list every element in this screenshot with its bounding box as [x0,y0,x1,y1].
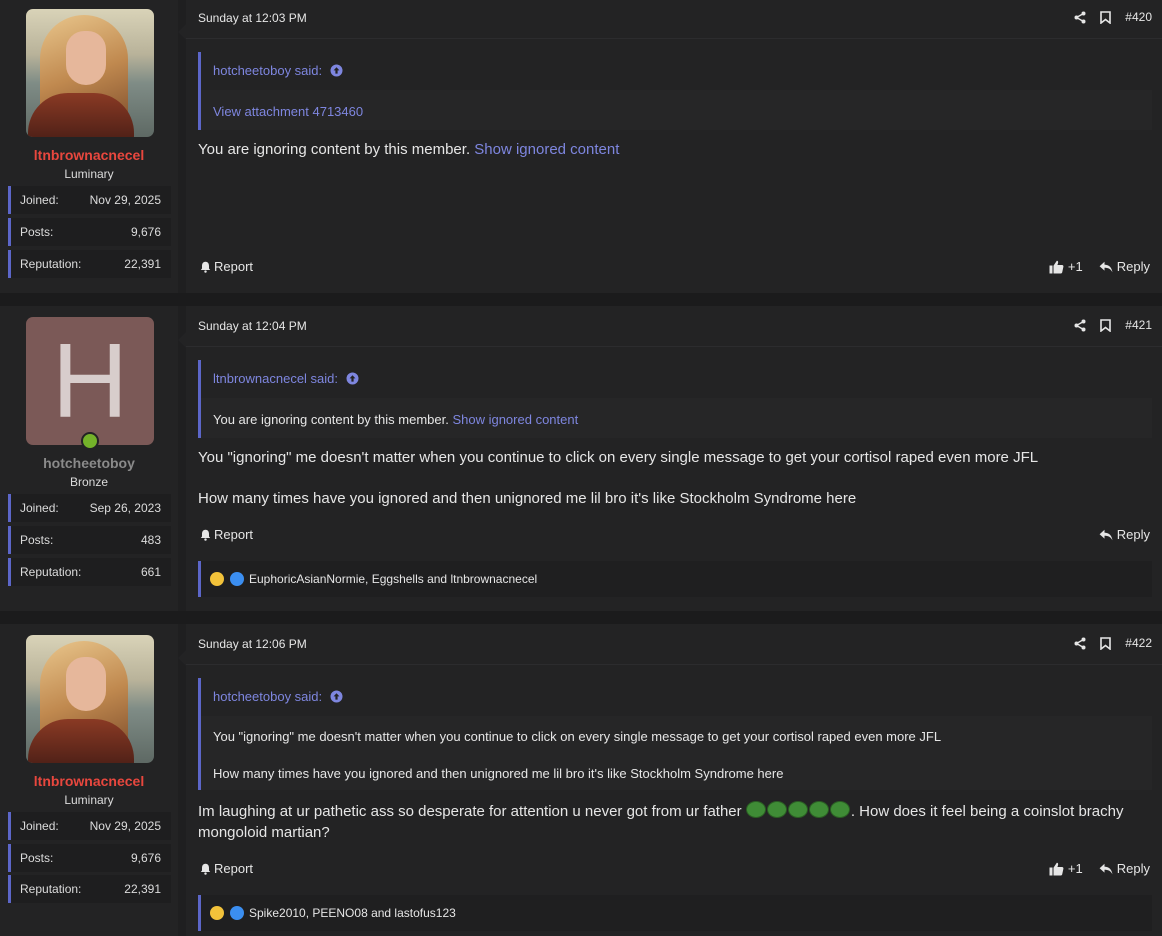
like-button[interactable]: +1 [1049,259,1083,274]
post-body-p1: You "ignoring" me doesn't matter when yo… [198,449,1039,466]
quote-block: ltnbrownacnecel said: You are ignoring c… [198,360,1152,438]
thumbs-up-icon [1049,862,1064,876]
user-sidebar: ltnbrownacnecel Luminary Joined: Nov 29, … [0,624,178,936]
report-button[interactable]: Report [200,259,253,274]
show-ignored-link[interactable]: Show ignored content [452,412,578,427]
attachment-link[interactable]: View attachment 4713460 [213,104,363,119]
quote-text-p1: You "ignoring" me doesn't matter when yo… [213,729,942,744]
username[interactable]: hotcheetoboy [0,455,178,471]
stat-posts: Posts: 9,676 [8,844,171,872]
post-main: Sunday at 12:04 PM #421 ltnbrownacnecel … [186,306,1162,611]
post-date[interactable]: Sunday at 12:06 PM [198,637,307,651]
username[interactable]: ltnbrownacnecel [0,773,178,789]
post-body: Im laughing at ur pathetic ass so desper… [198,801,1124,841]
quote-block: hotcheetoboy said: You "ignoring" me doe… [198,678,1152,790]
bookmark-icon[interactable] [1100,318,1112,332]
post-421: H hotcheetoboy Bronze Joined: Sep 26, 202… [0,306,1162,611]
post-date[interactable]: Sunday at 12:03 PM [198,11,307,25]
show-ignored-link[interactable]: Show ignored content [474,141,619,158]
reply-button[interactable]: Reply [1099,259,1150,274]
quote-author[interactable]: ltnbrownacnecel said: [213,371,338,386]
bell-icon [200,863,211,875]
online-indicator [81,432,99,450]
user-sidebar: H hotcheetoboy Bronze Joined: Sep 26, 202… [0,306,178,611]
post-main: Sunday at 12:03 PM #420 hotcheetoboy sai… [186,0,1162,293]
share-icon[interactable] [1074,319,1086,332]
user-title: Bronze [69,475,109,489]
reactions-bar[interactable]: Spike2010, PEENO08 and lastofus123 [198,895,1152,931]
avatar[interactable] [26,635,154,763]
laugh-emoji-icon [210,572,224,586]
pepe-emoji-icon [745,801,851,820]
quote-up-icon[interactable] [330,690,343,703]
stat-reputation: Reputation: 22,391 [8,875,171,903]
username[interactable]: ltnbrownacnecel [0,147,178,163]
like-reaction-icon [230,906,244,920]
post-422: ltnbrownacnecel Luminary Joined: Nov 29, … [0,624,1162,936]
post-body: You are ignoring content by this member.… [198,141,620,158]
bell-icon [200,529,211,541]
post-number[interactable]: #422 [1125,636,1152,650]
stat-joined: Joined: Nov 29, 2025 [8,812,171,840]
quote-author[interactable]: hotcheetoboy said: [213,689,322,704]
quote-text-p2: How many times have you ignored and then… [213,766,784,781]
stat-reputation: Reputation: 22,391 [8,250,171,278]
stat-posts: Posts: 9,676 [8,218,171,246]
post-420: ltnbrownacnecel Luminary Joined: Nov 29, … [0,0,1162,293]
post-body-p2: How many times have you ignored and then… [198,490,857,507]
post-main: Sunday at 12:06 PM #422 hotcheetoboy sai… [186,624,1162,936]
stat-posts: Posts: 483 [8,526,171,554]
user-sidebar: ltnbrownacnecel Luminary Joined: Nov 29, … [0,0,178,293]
stat-joined: Joined: Nov 29, 2025 [8,186,171,214]
share-icon[interactable] [1074,637,1086,650]
user-title: Luminary [64,793,114,807]
post-date[interactable]: Sunday at 12:04 PM [198,319,307,333]
laugh-emoji-icon [210,906,224,920]
reaction-names[interactable]: Spike2010, PEENO08 and lastofus123 [249,895,456,931]
bell-icon [200,261,211,273]
share-icon[interactable] [1074,11,1086,24]
bookmark-icon[interactable] [1100,636,1112,650]
avatar[interactable] [26,9,154,137]
reply-button[interactable]: Reply [1099,861,1150,876]
quote-block: hotcheetoboy said: View attachment 47134… [198,52,1152,130]
stat-joined: Joined: Sep 26, 2023 [8,494,171,522]
reaction-names[interactable]: EuphoricAsianNormie, Eggshells and ltnbr… [249,561,537,597]
report-button[interactable]: Report [200,861,253,876]
reactions-bar[interactable]: EuphoricAsianNormie, Eggshells and ltnbr… [198,561,1152,597]
like-button[interactable]: +1 [1049,861,1083,876]
reply-icon [1099,863,1113,875]
reply-icon [1099,261,1113,273]
quote-up-icon[interactable] [346,372,359,385]
post-number[interactable]: #420 [1125,10,1152,24]
quote-up-icon[interactable] [330,64,343,77]
like-reaction-icon [230,572,244,586]
bookmark-icon[interactable] [1100,10,1112,24]
thumbs-up-icon [1049,260,1064,274]
post-number[interactable]: #421 [1125,318,1152,332]
report-button[interactable]: Report [200,527,253,542]
quote-author[interactable]: hotcheetoboy said: [213,63,322,78]
reply-button[interactable]: Reply [1099,527,1150,542]
reply-icon [1099,529,1113,541]
avatar[interactable]: H [26,317,154,445]
user-title: Luminary [64,167,114,181]
stat-reputation: Reputation: 661 [8,558,171,586]
